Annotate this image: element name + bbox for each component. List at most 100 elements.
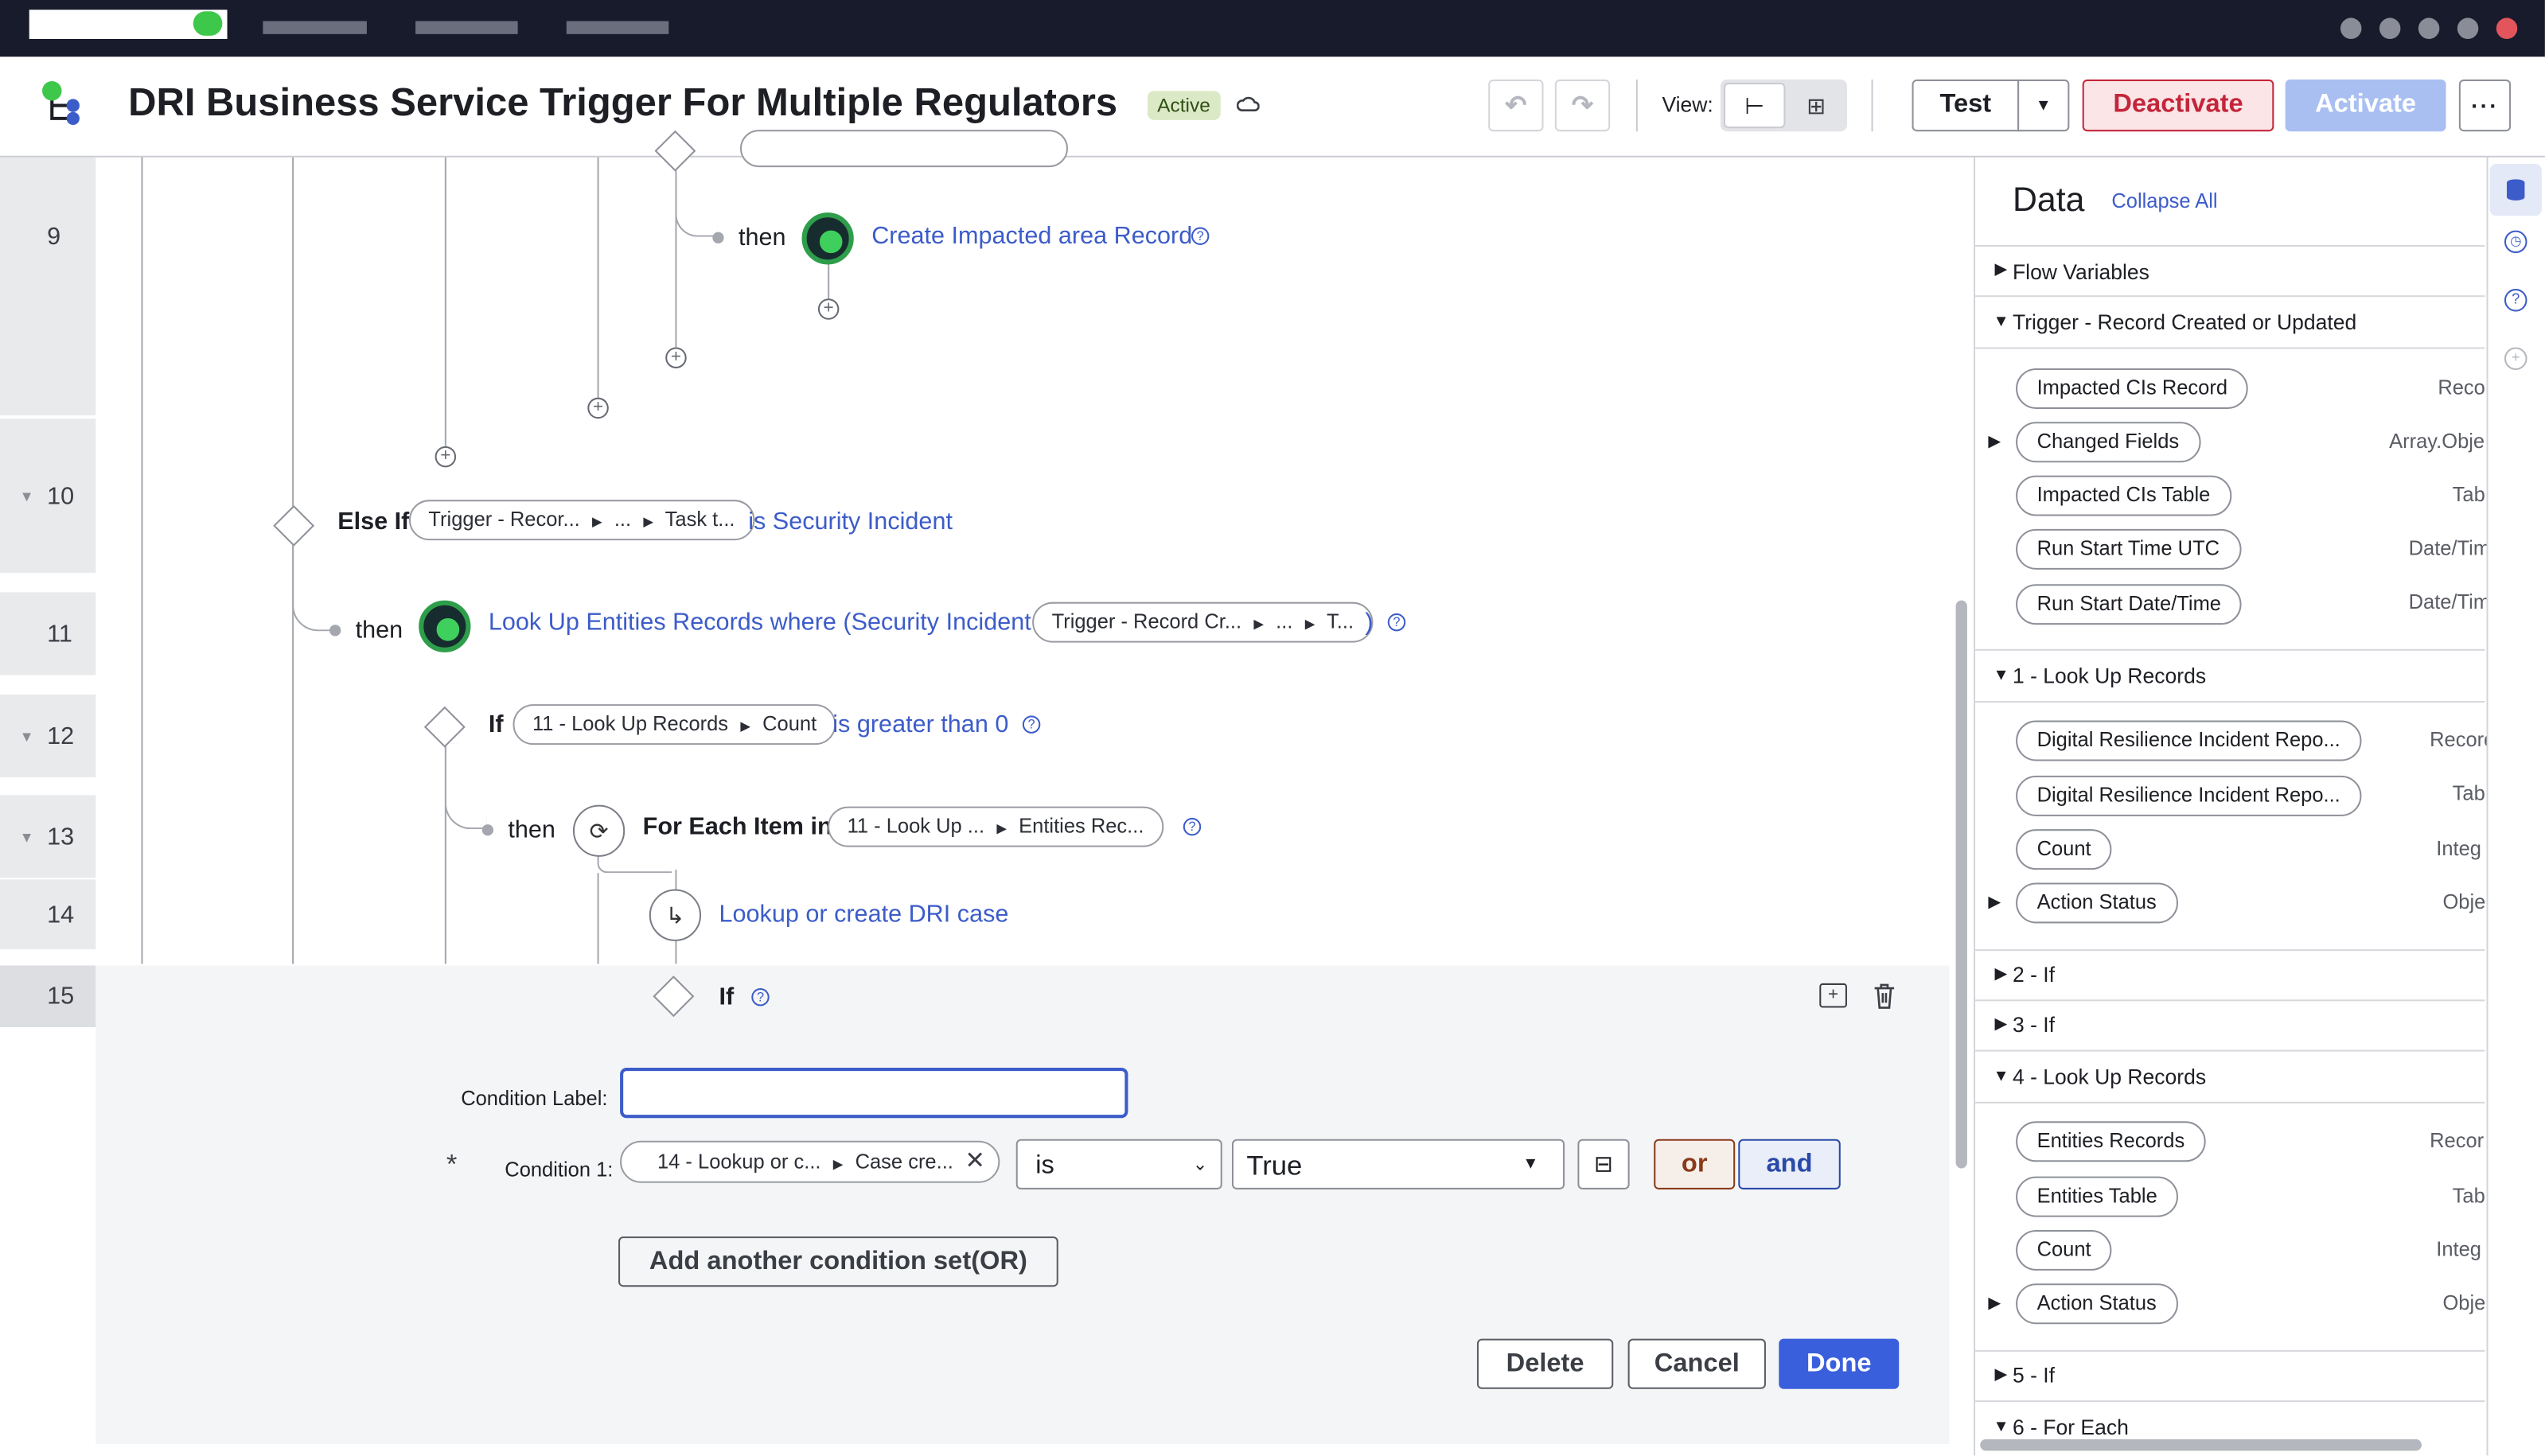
clear-pill-icon[interactable]: ✕	[965, 1143, 985, 1182]
data-picker-button[interactable]: ⊟	[1577, 1139, 1630, 1189]
window-control-icon[interactable]	[2457, 18, 2479, 39]
tree-view-icon[interactable]: ⊢	[1723, 83, 1786, 129]
section-flow-variables[interactable]: Flow Variables	[2013, 259, 2149, 284]
data-type: Recor	[2430, 1129, 2485, 1153]
condition-label-input[interactable]	[620, 1067, 1128, 1119]
help-icon[interactable]: ?	[1183, 817, 1202, 836]
test-menu-button[interactable]: ▼	[2017, 79, 2070, 132]
data-pill[interactable]: Run Start Time UTC	[2016, 528, 2241, 570]
data-pill[interactable]	[740, 130, 1068, 168]
caret-down-icon[interactable]: ▼	[1994, 1419, 2009, 1436]
help-icon[interactable]: ?	[1022, 715, 1041, 734]
section-trigger[interactable]: Trigger - Record Created or Updated	[2013, 310, 2356, 335]
redo-button[interactable]: ↷	[1554, 79, 1611, 132]
caret-right-icon[interactable]: ▶	[1995, 261, 2008, 278]
done-button[interactable]: Done	[1779, 1338, 1900, 1389]
canvas-scrollbar[interactable]	[1955, 600, 1967, 1169]
help-icon[interactable]: ?	[2504, 289, 2527, 312]
menu-stub[interactable]	[263, 21, 367, 34]
data-pill[interactable]: Entities Records	[2016, 1121, 2206, 1162]
data-pill[interactable]: Count	[2016, 1229, 2113, 1271]
data-pill[interactable]: 11 - Look Up Records ▶ Count	[513, 704, 836, 746]
rail-data-tab[interactable]	[2489, 163, 2542, 216]
data-pill[interactable]: Count	[2016, 829, 2113, 870]
caret-right-icon[interactable]: ▶	[1995, 1016, 2008, 1034]
caret-right-icon[interactable]: ▶	[1988, 434, 2001, 451]
test-button[interactable]: Test	[1912, 79, 2020, 132]
deactivate-button[interactable]: Deactivate	[2082, 79, 2274, 132]
activate-button[interactable]: Activate	[2285, 79, 2446, 132]
help-icon[interactable]: ?	[1387, 613, 1406, 632]
caret-right-icon[interactable]: ▶	[1988, 894, 2001, 912]
panel-scrollbar[interactable]	[1980, 1439, 2422, 1451]
then-label: then	[355, 617, 403, 644]
add-step-icon[interactable]: +	[587, 397, 609, 419]
value-select[interactable]: True ▼	[1231, 1139, 1565, 1189]
data-pill[interactable]: Trigger - Recor... ▶ ... ▶ Task t...	[408, 500, 755, 541]
browser-top-bar	[0, 0, 2545, 57]
section-look-up-4[interactable]: 4 - Look Up Records	[2013, 1065, 2206, 1089]
cloud-sync-icon[interactable]	[1237, 94, 1260, 117]
window-control-icon[interactable]	[2340, 18, 2362, 39]
condition-text[interactable]: is Security Incident	[748, 508, 953, 535]
section-if-3[interactable]: 3 - If	[2013, 1013, 2055, 1037]
condition-data-pill[interactable]: 14 - Lookup or c... ▶ Case cre... ✕	[620, 1140, 1000, 1183]
section-look-up-1[interactable]: 1 - Look Up Records	[2013, 664, 2206, 688]
data-pill[interactable]: 11 - Look Up ... ▶ Entities Rec...	[828, 806, 1163, 847]
help-icon[interactable]: ?	[751, 988, 770, 1006]
assistant-icon[interactable]: +	[2504, 347, 2527, 371]
row-number: 15	[47, 982, 75, 1010]
data-pill[interactable]: Run Start Date/Time	[2016, 584, 2243, 625]
condition-text[interactable]: is greater than 0	[832, 710, 1008, 738]
collapse-caret-icon[interactable]: ▼	[19, 488, 33, 504]
collapse-caret-icon[interactable]: ▼	[19, 828, 33, 844]
data-pill[interactable]: Action Status	[2016, 1283, 2178, 1325]
data-pill[interactable]: Impacted CIs Table	[2016, 475, 2231, 516]
data-pill[interactable]: Digital Resilience Incident Repo...	[2016, 720, 2362, 761]
gutter-row	[0, 316, 96, 416]
collapse-all-link[interactable]: Collapse All	[2111, 190, 2217, 213]
undo-button[interactable]: ↶	[1488, 79, 1544, 132]
subflow-link[interactable]: Lookup or create DRI case	[719, 901, 1008, 928]
data-pill[interactable]: Trigger - Record Cr... ▶ ... ▶ T...	[1032, 601, 1374, 643]
add-condition-set-button[interactable]: Add another condition set(OR)	[618, 1236, 1058, 1287]
action-link[interactable]: Look Up Entities Records where (Security…	[489, 609, 1055, 637]
add-step-icon[interactable]: +	[435, 446, 457, 468]
section-if-5[interactable]: 5 - If	[2013, 1363, 2055, 1388]
action-link[interactable]: Create Impacted area Record	[871, 222, 1192, 250]
data-pill[interactable]: Impacted CIs Record	[2016, 368, 2249, 409]
data-pill[interactable]: Digital Resilience Incident Repo...	[2016, 775, 2362, 816]
caret-down-icon[interactable]: ▼	[1994, 313, 2009, 331]
and-button[interactable]: and	[1738, 1139, 1841, 1189]
caret-right-icon[interactable]: ▶	[1995, 1366, 2008, 1384]
data-pill[interactable]: Changed Fields	[2016, 422, 2200, 463]
caret-right-icon[interactable]: ▶	[1988, 1295, 2001, 1313]
help-icon[interactable]: ?	[1191, 227, 1210, 245]
more-options-button[interactable]: ···	[2458, 79, 2512, 132]
menu-stub[interactable]	[415, 21, 518, 34]
add-step-icon[interactable]: +	[817, 298, 840, 320]
history-icon[interactable]: ◷	[2504, 230, 2527, 254]
delete-button[interactable]: Delete	[1476, 1338, 1614, 1389]
caret-right-icon[interactable]: ▶	[1995, 966, 2008, 983]
connector-curve	[292, 542, 335, 632]
caret-down-icon[interactable]: ▼	[1994, 1068, 2009, 1085]
data-pill[interactable]: Action Status	[2016, 882, 2178, 924]
section-if-2[interactable]: 2 - If	[2013, 962, 2055, 987]
add-step-icon[interactable]: +	[665, 347, 687, 368]
or-button[interactable]: or	[1654, 1139, 1736, 1189]
menu-stub[interactable]	[566, 21, 669, 34]
section-for-each-6[interactable]: 6 - For Each	[2013, 1415, 2129, 1439]
operator-select[interactable]: is ⌄	[1015, 1139, 1222, 1189]
caret-down-icon[interactable]: ▼	[1994, 667, 2009, 684]
close-window-icon[interactable]	[2496, 18, 2518, 39]
collapse-caret-icon[interactable]: ▼	[19, 728, 33, 744]
caret-right-icon: ▶	[1253, 617, 1264, 632]
window-control-icon[interactable]	[2379, 18, 2401, 39]
cancel-button[interactable]: Cancel	[1627, 1338, 1766, 1389]
data-pill[interactable]: Entities Table	[2016, 1176, 2179, 1217]
diagram-view-icon[interactable]: ⊞	[1789, 83, 1844, 128]
delete-icon[interactable]	[1873, 983, 1896, 1010]
window-control-icon[interactable]	[2418, 18, 2440, 39]
add-comment-icon[interactable]: +	[1819, 983, 1847, 1008]
